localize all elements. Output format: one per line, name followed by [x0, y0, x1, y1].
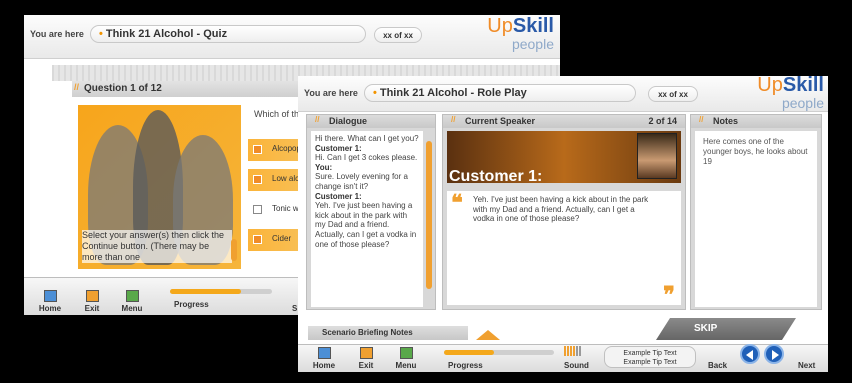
dialogue-panel: Dialogue Hi there. What can I get you? C…	[306, 114, 436, 310]
scenario-briefing-tab[interactable]: Scenario Briefing Notes	[308, 326, 468, 340]
sound-label: Sound	[564, 361, 589, 370]
notes-text: Here comes one of the younger boys, he l…	[703, 137, 808, 166]
tip-line-2: Example Tip Text	[623, 359, 677, 366]
checkbox-icon[interactable]	[253, 205, 262, 214]
home-icon	[317, 347, 331, 359]
skip-button[interactable]: SKIP	[656, 318, 796, 340]
quiz-home-button[interactable]: Home	[34, 290, 66, 313]
bullet-icon: •	[99, 28, 103, 40]
logo-people: people	[781, 95, 824, 111]
notes-body: Here comes one of the younger boys, he l…	[695, 131, 817, 307]
checkbox-icon[interactable]	[253, 175, 262, 184]
notes-header: Notes	[691, 115, 821, 128]
home-icon	[43, 290, 57, 302]
dialogue-transcript: Hi there. What can I get you? Customer 1…	[315, 134, 419, 249]
tip-box: Example Tip Text Example Tip Text	[604, 346, 696, 368]
speaker-header: Current Speaker 2 of 14	[443, 115, 685, 128]
menu-button[interactable]: Menu	[390, 347, 422, 370]
bullet-icon: •	[373, 87, 377, 99]
back-button[interactable]	[740, 344, 760, 364]
dialogue-body: Hi there. What can I get you? Customer 1…	[311, 131, 423, 307]
progress-bar	[444, 350, 554, 355]
menu-icon	[399, 347, 413, 359]
quiz-instruction-scrollbar[interactable]	[231, 239, 237, 261]
speaker-portrait	[637, 133, 677, 179]
checkbox-icon[interactable]	[253, 145, 262, 154]
close-quote-icon: ❞	[663, 282, 675, 307]
sound-level-icon[interactable]	[564, 346, 581, 356]
logo-up: Up	[757, 76, 783, 96]
roleplay-page-counter: xx of xx	[648, 86, 698, 102]
exit-icon	[359, 347, 373, 359]
exit-button[interactable]: Exit	[350, 347, 382, 370]
next-button[interactable]	[764, 344, 784, 364]
roleplay-title: Think 21 Alcohol - Role Play	[379, 87, 527, 99]
quiz-exit-button[interactable]: Exit	[76, 290, 108, 313]
dialogue-header: Dialogue	[307, 115, 435, 128]
quiz-title: Think 21 Alcohol - Quiz	[105, 28, 228, 40]
tip-line-1: Example Tip Text	[623, 350, 677, 357]
notes-panel: Notes Here comes one of the younger boys…	[690, 114, 822, 310]
roleplay-breadcrumb-label: You are here	[304, 88, 358, 98]
exit-icon	[85, 290, 99, 302]
quiz-progress-bar	[170, 289, 272, 294]
quiz-page-counter: xx of xx	[374, 27, 422, 43]
checkbox-icon[interactable]	[253, 235, 262, 244]
roleplay-logo: UpSkill people	[757, 76, 824, 111]
quiz-menu-button[interactable]: Menu	[116, 290, 148, 313]
briefing-expand-icon[interactable]	[476, 330, 500, 340]
speaker-text: Yeh. I've just been having a kick about …	[473, 195, 649, 224]
menu-icon	[125, 290, 139, 302]
roleplay-header-bar: You are here • Think 21 Alcohol - Role Pl…	[298, 76, 828, 112]
speaker-counter: 2 of 14	[648, 116, 677, 126]
quiz-image-silhouettes: Select your answer(s) then click the Con…	[78, 105, 241, 269]
stage: You are here • Think 21 Alcohol - Quiz xx…	[0, 0, 852, 383]
quiz-instruction: Select your answer(s) then click the Con…	[82, 230, 232, 263]
speaker-body: ❝ Yeh. I've just been having a kick abou…	[447, 190, 681, 307]
quiz-logo: UpSkill people	[487, 15, 554, 52]
next-label: Next	[798, 361, 816, 370]
home-button[interactable]: Home	[308, 347, 340, 370]
dialogue-scrollbar[interactable]	[426, 141, 432, 289]
quiz-progress-label: Progress	[174, 300, 209, 309]
speaker-name: Customer 1:	[449, 168, 543, 185]
quiz-header-bar: You are here • Think 21 Alcohol - Quiz xx…	[24, 15, 560, 59]
quiz-title-pill: • Think 21 Alcohol - Quiz	[90, 25, 366, 43]
logo-skill: Skill	[782, 76, 824, 96]
quiz-partial-label: S	[292, 304, 298, 313]
progress-label: Progress	[448, 361, 483, 370]
open-quote-icon: ❝	[451, 190, 463, 215]
roleplay-title-pill: • Think 21 Alcohol - Role Play	[364, 84, 636, 102]
speaker-panel: Current Speaker 2 of 14 Customer 1: ❝ Ye…	[442, 114, 686, 310]
quiz-breadcrumb-label: You are here	[30, 29, 84, 39]
back-label: Back	[708, 361, 728, 370]
